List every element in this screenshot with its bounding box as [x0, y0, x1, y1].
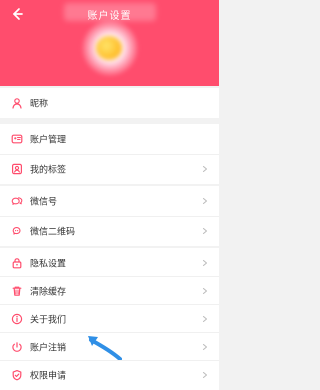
row-nickname[interactable]: 昵称 [0, 88, 219, 118]
person-icon [12, 98, 22, 109]
row-wechat-qrcode[interactable]: 微信二维码 [0, 216, 219, 246]
section-account: 账户管理 我的标签 [0, 124, 219, 184]
row-account-management[interactable]: 账户管理 [0, 124, 219, 154]
chevron-right-icon [202, 197, 208, 205]
chevron-right-icon [202, 227, 208, 235]
chevron-right-icon [202, 287, 208, 295]
shield-icon [12, 370, 22, 381]
row-label: 我的标签 [30, 165, 67, 176]
avatar[interactable] [82, 20, 138, 76]
row-label: 微信二维码 [30, 227, 76, 238]
row-my-tags[interactable]: 我的标签 [0, 154, 219, 184]
row-privacy-settings[interactable]: 隐私设置 [0, 248, 219, 278]
row-label: 账户管理 [30, 135, 67, 146]
row-label: 账户注销 [30, 343, 67, 354]
tag-icon [12, 163, 23, 175]
annotation-arrow-icon [88, 336, 122, 360]
row-label: 隐私设置 [30, 259, 67, 270]
wechat-icon [11, 197, 23, 205]
header: 账户设置 [0, 0, 219, 86]
chevron-right-icon [202, 371, 208, 379]
row-label: 清除缓存 [30, 287, 67, 298]
chevron-right-icon [202, 165, 208, 173]
qrcode-icon [12, 227, 21, 235]
row-permission-request[interactable]: 权限申请 [0, 360, 219, 390]
trash-icon [12, 286, 22, 296]
row-label: 权限申请 [30, 371, 67, 382]
avatar-image [96, 36, 122, 60]
section-settings: 隐私设置 清除缓存 关于我们 账户注销 权限申请 [0, 248, 219, 390]
section-profile: 昵称 [0, 88, 219, 118]
power-icon [12, 342, 22, 352]
info-icon [11, 313, 23, 325]
id-card-icon [11, 134, 23, 144]
row-label: 微信号 [30, 197, 58, 208]
chevron-right-icon [202, 315, 208, 323]
section-wechat: 微信号 微信二维码 [0, 186, 219, 246]
lock-icon [12, 258, 22, 269]
row-wechat-id[interactable]: 微信号 [0, 186, 219, 216]
chevron-right-icon [202, 259, 208, 267]
row-label: 昵称 [30, 99, 49, 110]
row-label: 关于我们 [30, 315, 67, 326]
chevron-right-icon [202, 343, 208, 351]
row-clear-cache[interactable]: 清除缓存 [0, 276, 219, 306]
